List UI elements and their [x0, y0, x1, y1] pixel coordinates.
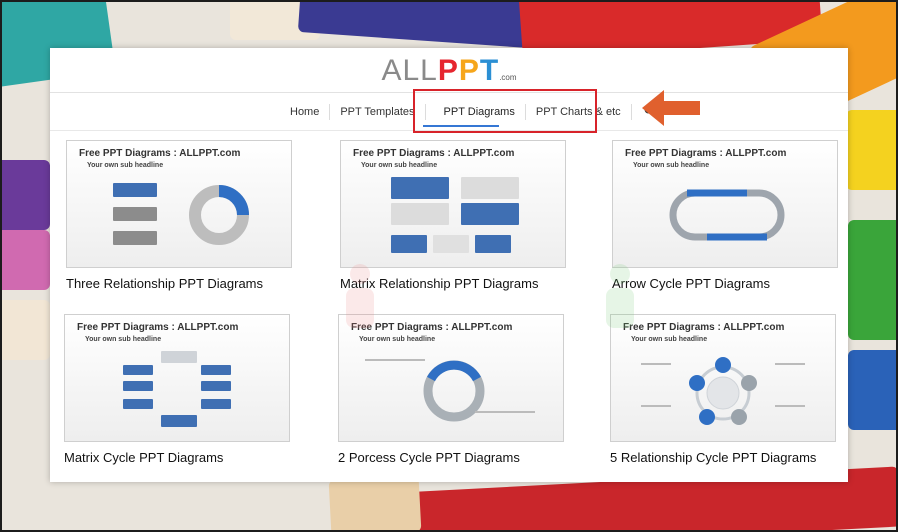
diagram-title[interactable]: Matrix Cycle PPT Diagrams	[64, 450, 223, 465]
text-placeholder	[475, 411, 535, 413]
thumb-title: Free PPT Diagrams : ALLPPT.com	[77, 322, 239, 333]
nav-item-ppt-templates[interactable]: PPT Templates	[330, 104, 426, 120]
diagram-thumbnail[interactable]: Free PPT Diagrams : ALLPPT.com Your own …	[64, 314, 290, 442]
thumb-subtitle: Your own sub headline	[361, 162, 438, 169]
five-cycle-graphic	[689, 357, 757, 425]
diagram-shape	[161, 351, 197, 363]
diagram-title[interactable]: 2 Porcess Cycle PPT Diagrams	[338, 450, 520, 465]
thumb-title: Free PPT Diagrams : ALLPPT.com	[351, 322, 513, 333]
text-placeholder	[641, 405, 671, 407]
diagram-shape	[113, 231, 157, 245]
diagram-shape	[113, 207, 157, 221]
diagram-shape	[123, 381, 153, 391]
left-arrow-annotation	[642, 90, 700, 126]
diagram-title[interactable]: Matrix Relationship PPT Diagrams	[340, 276, 538, 291]
logo-p2: P	[458, 54, 480, 87]
diagram-shape	[461, 203, 519, 225]
thumb-title: Free PPT Diagrams : ALLPPT.com	[623, 322, 785, 333]
allppt-logo[interactable]: ALLPPT.com	[50, 54, 848, 90]
thumb-title: Free PPT Diagrams : ALLPPT.com	[353, 148, 515, 159]
thumb-title: Free PPT Diagrams : ALLPPT.com	[79, 148, 241, 159]
diagram-shape	[201, 381, 231, 391]
arrow-cycle-graphic	[669, 189, 785, 241]
thumb-subtitle: Your own sub headline	[631, 336, 708, 343]
logo-p1: P	[437, 54, 459, 87]
diagram-shape	[433, 235, 469, 253]
page-card: ALLPPT.com Home PPT Templates PPT Diagra…	[50, 48, 848, 482]
nav-item-home[interactable]: Home	[280, 104, 331, 120]
highlight-box	[413, 89, 597, 133]
thumb-title: Free PPT Diagrams : ALLPPT.com	[625, 148, 787, 159]
logo-com: .com	[499, 73, 517, 82]
diagram-title[interactable]: Arrow Cycle PPT Diagrams	[612, 276, 770, 291]
diagram-thumbnail[interactable]: Free PPT Diagrams : ALLPPT.com Your own …	[340, 140, 566, 268]
diagram-shape	[391, 235, 427, 253]
cycle-graphic	[189, 185, 249, 245]
diagram-title[interactable]: 5 Relationship Cycle PPT Diagrams	[610, 450, 816, 465]
diagram-shape	[461, 177, 519, 199]
diagram-shape	[391, 177, 449, 199]
diagram-shape	[391, 203, 449, 225]
diagram-thumbnail[interactable]: Free PPT Diagrams : ALLPPT.com Your own …	[610, 314, 836, 442]
diagram-thumbnail[interactable]: Free PPT Diagrams : ALLPPT.com Your own …	[66, 140, 292, 268]
diagram-shape	[123, 365, 153, 375]
diagram-shape	[113, 183, 157, 197]
text-placeholder	[641, 363, 671, 365]
thumb-subtitle: Your own sub headline	[359, 336, 436, 343]
diagram-shape	[201, 399, 231, 409]
logo-all: ALL	[381, 54, 438, 87]
thumb-subtitle: Your own sub headline	[633, 162, 710, 169]
ring-graphic	[423, 360, 485, 422]
diagram-thumbnail[interactable]: Free PPT Diagrams : ALLPPT.com Your own …	[338, 314, 564, 442]
logo-t: T	[479, 54, 500, 87]
diagram-shape	[475, 235, 511, 253]
text-placeholder	[365, 359, 425, 361]
thumb-subtitle: Your own sub headline	[87, 162, 164, 169]
diagram-shape	[201, 365, 231, 375]
diagram-thumbnail[interactable]: Free PPT Diagrams : ALLPPT.com Your own …	[612, 140, 838, 268]
diagram-title[interactable]: Three Relationship PPT Diagrams	[66, 276, 263, 291]
diagram-shape	[161, 415, 197, 427]
diagram-shape	[123, 399, 153, 409]
text-placeholder	[775, 363, 805, 365]
thumb-subtitle: Your own sub headline	[85, 336, 162, 343]
text-placeholder	[775, 405, 805, 407]
